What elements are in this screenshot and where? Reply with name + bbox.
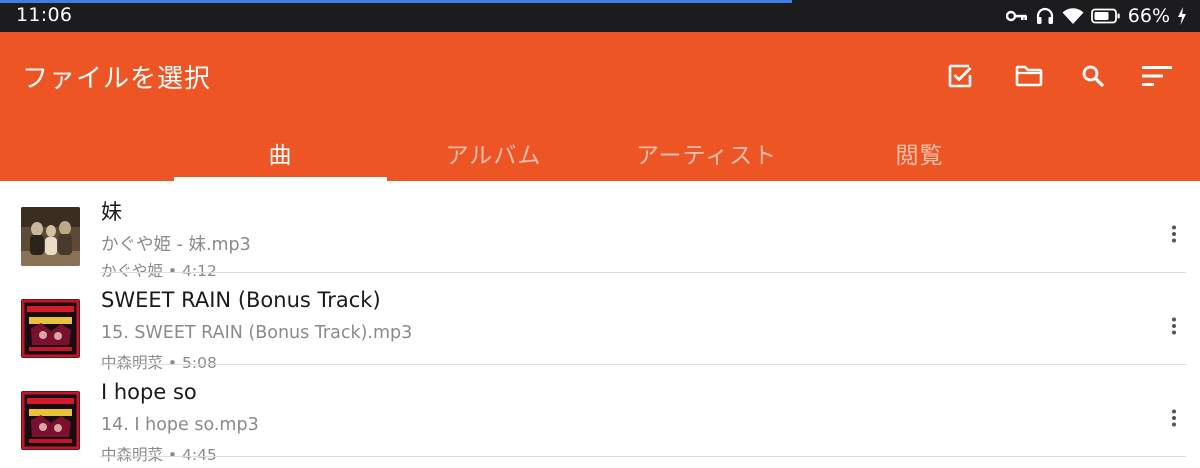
page-title: ファイルを選択	[22, 64, 212, 94]
song-filename: 15. SWEET RAIN (Bonus Track).mp3	[101, 323, 413, 343]
more-options-button[interactable]	[1160, 314, 1188, 342]
folder-icon	[1015, 64, 1043, 92]
headphones-icon	[1034, 5, 1056, 27]
list-item[interactable]: 妹 かぐや姫 - 妹.mp3 かぐや姫 • 4:12	[0, 181, 1200, 280]
song-title: 妹	[101, 200, 122, 224]
tab-bar: 曲 アルバム アーティスト 閲覧	[0, 124, 1200, 181]
status-time: 11:06	[16, 4, 73, 26]
song-title: I hope so	[101, 380, 197, 404]
more-vert-icon	[1171, 409, 1177, 431]
folder-button[interactable]	[1011, 60, 1047, 96]
tab-browse[interactable]: 閲覧	[813, 124, 1026, 181]
sort-button[interactable]	[1139, 60, 1175, 96]
tab-artists[interactable]: アーティスト	[600, 124, 813, 181]
search-icon	[1080, 63, 1106, 93]
song-title: SWEET RAIN (Bonus Track)	[101, 288, 381, 312]
key-icon	[1005, 5, 1028, 27]
charging-bolt-icon	[1176, 5, 1188, 27]
song-meta: 中森明菜 • 4:45	[101, 446, 217, 464]
search-button[interactable]	[1075, 60, 1111, 96]
wifi-icon	[1062, 5, 1084, 27]
song-filename: 14. I hope so.mp3	[101, 415, 259, 435]
list-item[interactable]: SWEET RAIN (Bonus Track) 15. SWEET RAIN …	[0, 273, 1200, 372]
album-art	[21, 207, 80, 266]
list-item[interactable]: I hope so 14. I hope so.mp3 中森明菜 • 4:45	[0, 365, 1200, 464]
tab-albums[interactable]: アルバム	[387, 124, 600, 181]
page-load-progress-fill	[0, 0, 792, 3]
status-bar: 11:06 66%	[0, 0, 1200, 32]
row-divider	[100, 456, 1186, 457]
select-checkbox-button[interactable]	[942, 60, 978, 96]
album-art	[21, 391, 80, 450]
more-vert-icon	[1171, 317, 1177, 339]
battery-icon	[1090, 5, 1122, 27]
more-options-button[interactable]	[1160, 222, 1188, 250]
tab-songs[interactable]: 曲	[174, 124, 387, 181]
more-vert-icon	[1171, 225, 1177, 247]
select-checkbox-icon	[947, 63, 973, 93]
sort-icon	[1141, 64, 1173, 92]
app-bar: ファイルを選択 曲 アルバム アーティスト 閲覧	[0, 32, 1200, 181]
battery-percent: 66%	[1127, 5, 1170, 27]
more-options-button[interactable]	[1160, 406, 1188, 434]
song-filename: かぐや姫 - 妹.mp3	[101, 235, 251, 255]
album-art	[21, 299, 80, 358]
